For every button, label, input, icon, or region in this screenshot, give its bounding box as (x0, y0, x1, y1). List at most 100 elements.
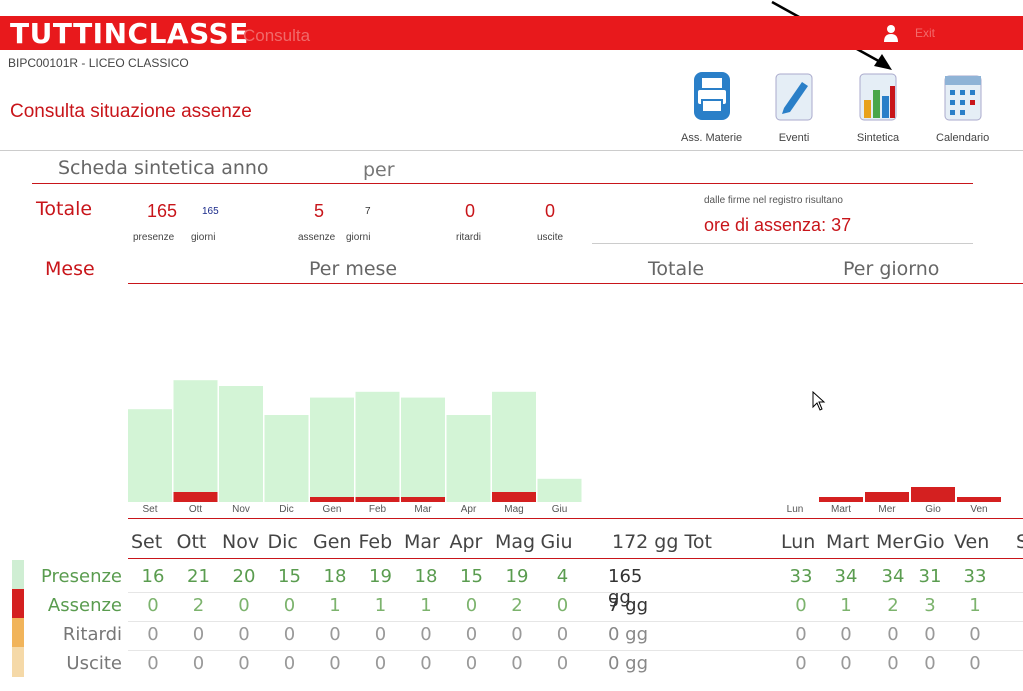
table-cell: 0 (840, 624, 852, 645)
printer-icon (693, 72, 730, 120)
row-total: 0 gg (608, 653, 649, 674)
eventi-button[interactable]: Eventi (772, 72, 816, 144)
month-header: Ott (176, 531, 207, 553)
table-cell: 0 (840, 653, 852, 674)
assenze-bar-ott (173, 492, 218, 502)
table-cell: 0 (192, 624, 205, 645)
row-divider (128, 592, 1023, 593)
row-divider (128, 621, 1023, 622)
table-cell: 0 (969, 624, 981, 645)
table-cell: 2 (511, 595, 523, 616)
table-cell: 0 (147, 624, 159, 645)
day-header: Lun (781, 531, 816, 553)
eventi-label: Eventi (778, 132, 810, 144)
row-total: 7 gg (608, 595, 649, 616)
table-cell: 0 (374, 624, 387, 645)
day-header: S (1016, 531, 1023, 553)
day-tick-label: Ven (970, 504, 988, 515)
section-title: Consulta (243, 26, 311, 45)
table-cell: 0 (374, 653, 387, 674)
presenze-bar-gen (310, 397, 354, 502)
presenze-bar-feb (355, 391, 400, 502)
table-cell: 15 (460, 566, 483, 587)
mouse-cursor-icon (812, 391, 826, 411)
table-cell: 0 (329, 624, 341, 645)
table-cell: 1 (969, 595, 981, 616)
divider (128, 558, 1023, 559)
table-cell: 0 (283, 595, 296, 616)
month-header: Dic (267, 531, 298, 553)
month-tick-label: Mar (414, 504, 432, 515)
edit-document-icon (775, 73, 813, 121)
divider (128, 518, 1023, 519)
calendario-label: Calendario (936, 132, 990, 144)
row-total: 0 gg (608, 624, 649, 645)
table-cell: 0 (511, 653, 523, 674)
monthly-chart (128, 380, 582, 502)
table-cell: 0 (969, 653, 981, 674)
table-cell: 3 (924, 595, 936, 616)
month-header: Mag (495, 531, 536, 553)
table-cell: 0 (795, 624, 807, 645)
day-tick-label: Mer (878, 504, 896, 515)
table-cell: 34 (881, 566, 905, 587)
day-tick-label: Gio (925, 504, 941, 515)
user-icon[interactable] (883, 24, 899, 42)
assenze-bar-mart (819, 497, 863, 502)
month-header: Set (131, 531, 163, 553)
row-label-presenze: Presenze (41, 566, 122, 587)
per-giorno-header: Per giorno (843, 258, 940, 280)
scheda-per-label: per (363, 159, 395, 181)
ass-materie-button[interactable]: Ass. Materie (681, 72, 742, 144)
user-name[interactable]: Exit (915, 26, 935, 40)
ritardi-total: 0 (465, 201, 476, 221)
row-label-assenze: Assenze (47, 595, 122, 616)
table-cell: 0 (924, 624, 936, 645)
presenze-bar-giu (537, 478, 582, 502)
month-tick-label: Giu (551, 504, 568, 515)
calendario-button[interactable]: Calendario (936, 72, 989, 144)
ritardi-caption: ritardi (456, 232, 482, 243)
presenze-bar-ott (173, 380, 218, 502)
table-cell: 0 (795, 595, 807, 616)
divider (592, 243, 973, 244)
table-cell: 0 (238, 624, 250, 645)
table-cell: 19 (505, 566, 529, 587)
table-cell: 1 (420, 595, 432, 616)
presenze-caption: presenze (133, 232, 175, 243)
table-cell: 1 (840, 595, 852, 616)
day-tick-label: Lun (786, 504, 804, 515)
divider (128, 283, 1023, 284)
month-tick-label: Ott (188, 504, 203, 515)
giorni-caption: giorni (191, 232, 216, 243)
table-cell: 19 (369, 566, 392, 587)
day-header: Mer (876, 531, 912, 553)
month-header: Apr (449, 531, 483, 553)
firme-note: dalle firme nel registro risultano (704, 195, 843, 206)
table-cell: 0 (887, 624, 899, 645)
ore-assenza-value: ore di assenza: 37 (704, 215, 852, 235)
assenze-total: 5 (314, 201, 325, 221)
sintetica-button[interactable]: Sintetica (856, 72, 900, 144)
app-brand-logo[interactable]: TUTTINCLASSE (10, 17, 249, 51)
table-cell: 0 (924, 653, 936, 674)
table-cell: 0 (147, 653, 159, 674)
presenze-bar-mag (492, 391, 536, 502)
per-mese-header: Per mese (309, 258, 398, 280)
assenze-bar-feb (355, 497, 400, 502)
total-header: 172 gg Tot (612, 531, 712, 553)
row-label-ritardi: Ritardi (62, 624, 122, 645)
month-tick-label: Apr (460, 504, 477, 515)
month-tick-label: Feb (368, 504, 387, 515)
divider (0, 150, 1023, 151)
giorni-caption-2: giorni (346, 232, 371, 243)
page-title: Consulta situazione assenze (10, 101, 252, 122)
table-cell: 20 (232, 566, 256, 587)
assenze-caption: assenze (298, 232, 336, 243)
day-tick-label: Mart (831, 504, 851, 515)
table-cell: 0 (329, 653, 341, 674)
table-cell: 0 (465, 595, 478, 616)
row-divider (128, 650, 1023, 651)
table-cell: 0 (283, 653, 296, 674)
table-cell: 2 (887, 595, 899, 616)
